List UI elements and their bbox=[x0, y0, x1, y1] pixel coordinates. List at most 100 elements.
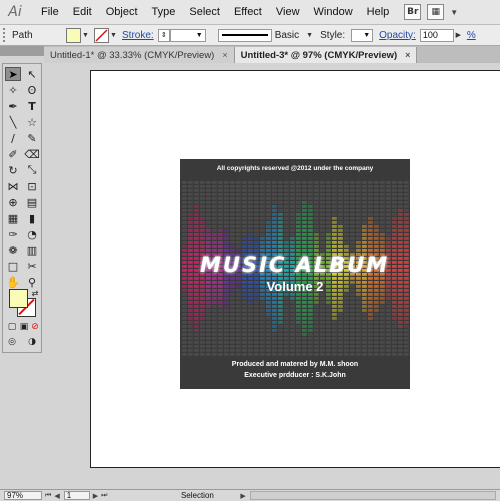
blob-brush-tool-icon[interactable]: ✐ bbox=[5, 147, 21, 161]
spectrum-cell bbox=[284, 297, 289, 300]
spectrum-cell bbox=[404, 217, 409, 220]
spectrum-cell bbox=[326, 249, 331, 252]
fill-dropdown-icon[interactable]: ▼ bbox=[81, 29, 90, 42]
eyedropper-tool-icon[interactable]: ✑ bbox=[5, 227, 21, 241]
perspective-grid-tool-icon[interactable]: ▤ bbox=[24, 195, 40, 209]
menu-view[interactable]: View bbox=[269, 6, 307, 18]
spectrum-cell bbox=[218, 233, 223, 236]
arrange-documents-icon[interactable]: ▦ bbox=[427, 4, 445, 20]
drawing-mode-icon[interactable]: ◎ bbox=[4, 335, 20, 349]
spectrum-cell bbox=[254, 305, 259, 308]
opacity-panel-link[interactable]: Opacity: bbox=[379, 30, 416, 41]
status-menu-icon[interactable]: ▶ bbox=[240, 492, 245, 500]
spectrum-cell bbox=[338, 197, 343, 200]
bridge-icon[interactable]: Br bbox=[404, 4, 422, 20]
first-artboard-icon[interactable]: ⏮ bbox=[45, 492, 51, 500]
menu-file[interactable]: File bbox=[34, 6, 66, 18]
stroke-none-swatch[interactable] bbox=[94, 27, 109, 43]
stroke-profile-preview[interactable] bbox=[217, 28, 272, 42]
fill-swatch[interactable] bbox=[66, 27, 81, 43]
spectrum-cell bbox=[230, 217, 235, 220]
artboard-tool-icon[interactable]: □ bbox=[5, 259, 21, 273]
album-cover-artwork[interactable]: All copyrights reserved @2012 under the … bbox=[180, 159, 410, 389]
menu-effect[interactable]: Effect bbox=[227, 6, 269, 18]
spectrum-cell bbox=[296, 189, 301, 192]
width-tool-icon[interactable]: ⋈ bbox=[5, 179, 21, 193]
magic-wand-tool-icon[interactable]: ✧ bbox=[5, 83, 21, 97]
chevron-down-icon[interactable]: ▼ bbox=[450, 8, 458, 17]
lasso-tool-icon[interactable]: ʘ bbox=[24, 83, 40, 97]
hand-tool-icon[interactable]: ✋ bbox=[5, 275, 21, 289]
slice-tool-icon[interactable]: ✂ bbox=[24, 259, 40, 273]
symbol-sprayer-tool-icon[interactable]: ❁ bbox=[5, 243, 21, 257]
shape-tool-icon[interactable]: ☆ bbox=[24, 115, 40, 129]
spectrum-cell bbox=[194, 209, 199, 212]
next-artboard-icon[interactable]: ▶ bbox=[93, 492, 98, 500]
menu-object[interactable]: Object bbox=[99, 6, 145, 18]
none-mode-icon[interactable]: ⊘ bbox=[27, 320, 43, 334]
spectrum-cell bbox=[380, 205, 385, 208]
opacity-input[interactable]: 100 bbox=[419, 28, 454, 42]
panel-grip[interactable] bbox=[3, 28, 9, 42]
fill-color-box[interactable] bbox=[9, 289, 28, 308]
spectrum-cell bbox=[212, 325, 217, 328]
canvas-area[interactable]: All copyrights reserved @2012 under the … bbox=[44, 63, 500, 489]
menu-edit[interactable]: Edit bbox=[66, 6, 99, 18]
line-tool-icon[interactable]: ╲ bbox=[5, 115, 21, 129]
stroke-panel-link[interactable]: Stroke: bbox=[122, 30, 154, 41]
zoom-field[interactable]: 97% bbox=[4, 491, 42, 500]
screen-mode-icon[interactable]: ◑ bbox=[24, 335, 40, 349]
spectrum-cell bbox=[272, 213, 277, 216]
scale-tool-icon[interactable]: ⤡ bbox=[24, 163, 40, 177]
close-icon[interactable]: × bbox=[222, 50, 227, 60]
menu-type[interactable]: Type bbox=[145, 6, 183, 18]
stroke-dropdown-icon[interactable]: ▼ bbox=[109, 29, 118, 42]
opacity-arrow-icon[interactable]: ▶ bbox=[454, 29, 463, 42]
tools-panel-grip[interactable] bbox=[0, 46, 44, 56]
eraser-tool-icon[interactable]: ⌫ bbox=[24, 147, 40, 161]
spectrum-cell bbox=[188, 213, 193, 216]
stroke-weight-field[interactable]: ⇕ bbox=[157, 28, 170, 42]
blend-tool-icon[interactable]: ◔ bbox=[24, 227, 40, 241]
style-select[interactable]: ▼ bbox=[351, 28, 374, 42]
stroke-profile-dropdown-icon[interactable]: ▼ bbox=[305, 29, 314, 42]
direct-selection-tool-icon[interactable]: ↖ bbox=[24, 67, 40, 81]
spectrum-cell bbox=[308, 313, 313, 316]
last-artboard-icon[interactable]: ⏭ bbox=[101, 492, 107, 500]
menu-help[interactable]: Help bbox=[360, 6, 397, 18]
spectrum-cell bbox=[314, 337, 319, 340]
mesh-tool-icon[interactable]: ▦ bbox=[5, 211, 21, 225]
stroke-weight-select[interactable]: ▼ bbox=[169, 28, 206, 42]
spectrum-cell bbox=[308, 349, 313, 352]
spectrum-cell bbox=[326, 213, 331, 216]
tab-untitled-3[interactable]: Untitled-3* @ 97% (CMYK/Preview) × bbox=[234, 47, 418, 63]
menu-window[interactable]: Window bbox=[307, 6, 360, 18]
pen-tool-icon[interactable]: ✒ bbox=[5, 99, 21, 113]
spectrum-cell bbox=[284, 181, 289, 184]
type-tool-icon[interactable]: T bbox=[24, 99, 40, 113]
selection-tool-icon[interactable]: ➤ bbox=[5, 67, 21, 81]
rotate-tool-icon[interactable]: ↻ bbox=[5, 163, 21, 177]
spectrum-cell bbox=[224, 225, 229, 228]
close-icon[interactable]: × bbox=[405, 50, 410, 60]
free-transform-tool-icon[interactable]: ⊡ bbox=[24, 179, 40, 193]
spectrum-cell bbox=[386, 221, 391, 224]
spectrum-cell bbox=[326, 245, 331, 248]
horizontal-scrollbar[interactable] bbox=[249, 491, 496, 500]
recolor-icon[interactable]: % bbox=[467, 30, 476, 41]
previous-artboard-icon[interactable]: ◀ bbox=[54, 492, 59, 500]
tab-untitled-1[interactable]: Untitled-1* @ 33.33% (CMYK/Preview) × bbox=[44, 47, 235, 63]
spectrum-cell bbox=[344, 313, 349, 316]
paintbrush-tool-icon[interactable]: ∕ bbox=[5, 131, 21, 145]
artboard[interactable]: All copyrights reserved @2012 under the … bbox=[90, 70, 500, 468]
pencil-tool-icon[interactable]: ✎ bbox=[24, 131, 40, 145]
spectrum-cell bbox=[392, 229, 397, 232]
graph-tool-icon[interactable]: ▥ bbox=[24, 243, 40, 257]
spectrum-cell bbox=[182, 273, 187, 276]
gradient-tool-icon[interactable]: ▮ bbox=[24, 211, 40, 225]
shape-builder-tool-icon[interactable]: ⊕ bbox=[5, 195, 21, 209]
spectrum-cell bbox=[308, 325, 313, 328]
menu-select[interactable]: Select bbox=[182, 6, 227, 18]
spectrum-cell bbox=[380, 245, 385, 248]
artboard-number-field[interactable]: 1 bbox=[63, 491, 90, 500]
